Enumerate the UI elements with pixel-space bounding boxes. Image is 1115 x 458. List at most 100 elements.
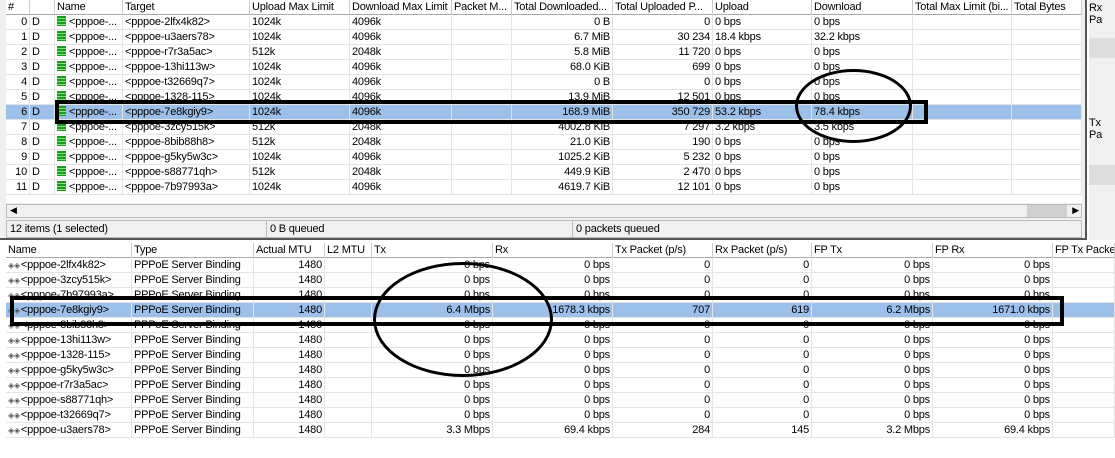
table-row[interactable]: 2 D <pppoe-... <pppoe-r7r3a5ac> 512k 2048k 5.8… <box>6 45 1082 60</box>
table-row[interactable]: 6 D <pppoe-... <pppoe-7e8kgiy9> 1024k 4096k 16… <box>6 105 1082 120</box>
table-row[interactable]: 11 D <pppoe-... <pppoe-7b97993a> 1024k 4096k 4… <box>6 180 1082 195</box>
cell-text: D <box>32 61 40 73</box>
table-cell: PPPoE Server Binding <box>132 273 254 288</box>
scroll-left-icon[interactable]: ◀ <box>10 205 17 216</box>
table-cell <box>1012 30 1082 45</box>
cell-text: 0 bps <box>814 76 840 88</box>
cell-text: <pppoe-g5ky5w3c> <box>20 364 114 376</box>
column-header[interactable] <box>30 0 55 15</box>
cell-text: <pppoe-u3aers78> <box>20 424 111 436</box>
scroll-right-icon[interactable]: ▶ <box>1072 205 1079 216</box>
table-row[interactable]: ◈◈<pppoe-u3aers78> PPPoE Server Binding 14… <box>6 423 1115 438</box>
table-row[interactable]: 4 D <pppoe-... <pppoe-t32669q7> 1024k 4096k 0 … <box>6 75 1082 90</box>
table-cell <box>1012 165 1082 180</box>
table-row[interactable]: ◈◈<pppoe-s88771qh> PPPoE Server Binding 14… <box>6 393 1115 408</box>
table-cell: 3.2 Mbps <box>812 423 933 438</box>
column-header[interactable]: Download Max Limit <box>350 0 452 15</box>
cell-text: 0 bps <box>814 91 840 103</box>
column-header[interactable]: Target <box>123 0 250 15</box>
cell-text: 0 <box>803 349 809 361</box>
table-cell: PPPoE Server Binding <box>132 258 254 273</box>
pppoe-binding-icon: ◈◈ <box>8 426 20 435</box>
table-cell: 145 <box>713 423 812 438</box>
column-header[interactable]: Actual MTU <box>254 243 325 258</box>
table-row[interactable]: 7 D <pppoe-... <pppoe-3zcy515k> 512k 2048k 400… <box>6 120 1082 135</box>
table-row[interactable]: ◈◈<pppoe-7e8kgiy9> PPPoE Server Binding 14… <box>6 303 1115 318</box>
table-row[interactable]: 5 D <pppoe-... <pppoe-1328-115> 1024k 4096k 13… <box>6 90 1082 105</box>
cell-text: 1480 <box>298 364 322 376</box>
table-cell <box>452 180 512 195</box>
table-cell: <pppoe-... <box>55 45 123 60</box>
column-header[interactable]: Total Downloaded... <box>512 0 613 15</box>
table-cell: <pppoe-s88771qh> <box>123 165 250 180</box>
cell-text: D <box>32 16 40 28</box>
pppoe-binding-icon: ◈◈ <box>8 351 20 360</box>
cell-text: 0 bps <box>464 319 490 331</box>
scroll-thumb[interactable] <box>1027 205 1067 217</box>
table-row[interactable]: ◈◈<pppoe-8bib88h8> PPPoE Server Binding 14… <box>6 318 1115 333</box>
column-header[interactable]: Name <box>55 0 123 15</box>
cell-text: 0 <box>803 274 809 286</box>
column-header[interactable]: Tx <box>372 243 493 258</box>
table-row[interactable]: 8 D <pppoe-... <pppoe-8bib88h8> 512k 2048k 21.… <box>6 135 1082 150</box>
table-cell: 1 <box>6 30 30 45</box>
column-header[interactable]: Rx Packet (p/s) <box>713 243 812 258</box>
column-header[interactable]: FP Tx Packe <box>1053 243 1115 258</box>
cell-text: 4002.8 KiB <box>558 121 610 133</box>
table-row[interactable]: 3 D <pppoe-... <pppoe-13hi113w> 1024k 4096k 68… <box>6 60 1082 75</box>
table-cell: 0 <box>613 408 713 423</box>
table-cell: PPPoE Server Binding <box>132 348 254 363</box>
table-cell: PPPoE Server Binding <box>132 288 254 303</box>
table-row[interactable]: ◈◈<pppoe-3zcy515k> PPPoE Server Binding 14… <box>6 273 1115 288</box>
column-header[interactable]: Type <box>132 243 254 258</box>
table-cell: 6.4 Mbps <box>372 303 493 318</box>
table-row[interactable]: ◈◈<pppoe-2lfx4k82> PPPoE Server Binding 14… <box>6 258 1115 273</box>
table-row[interactable]: 9 D <pppoe-... <pppoe-g5ky5w3c> 1024k 4096k 10… <box>6 150 1082 165</box>
table-row[interactable]: ◈◈<pppoe-r7r3a5ac> PPPoE Server Binding 14… <box>6 378 1115 393</box>
column-header[interactable]: Rx <box>493 243 613 258</box>
table-cell: 8 <box>6 135 30 150</box>
table-row[interactable]: ◈◈<pppoe-13hi113w> PPPoE Server Binding 14… <box>6 333 1115 348</box>
table-header: # Name Target Upload Max Limit Download Max … <box>6 0 1082 15</box>
table-cell: 7 297 <box>613 120 713 135</box>
cell-text: 3.2 kbps <box>715 121 755 133</box>
table-cell: 0 bps <box>933 393 1053 408</box>
column-header[interactable]: Upload <box>713 0 812 15</box>
table-row[interactable]: ◈◈<pppoe-t32669q7> PPPoE Server Binding 14… <box>6 408 1115 423</box>
table-cell <box>913 30 1012 45</box>
column-header[interactable]: L2 MTU <box>325 243 372 258</box>
table-row[interactable]: ◈◈<pppoe-7b97993a> PPPoE Server Binding 14… <box>6 288 1115 303</box>
column-header[interactable]: Tx Packet (p/s) <box>613 243 713 258</box>
table-row[interactable]: ◈◈<pppoe-g5ky5w3c> PPPoE Server Binding 14… <box>6 363 1115 378</box>
table-cell <box>452 60 512 75</box>
column-header[interactable]: FP Tx <box>812 243 933 258</box>
cell-text: 0 bps <box>904 289 930 301</box>
table-cell: 1480 <box>254 363 325 378</box>
table-row[interactable]: 0 D <pppoe-... <pppoe-2lfx4k82> 1024k 4096k 0 … <box>6 15 1082 30</box>
table-cell <box>1053 318 1115 333</box>
horizontal-scrollbar[interactable]: ◀ ▶ <box>6 204 1082 218</box>
column-header[interactable]: Total Max Limit (bi... <box>913 0 1012 15</box>
table-cell: 1480 <box>254 423 325 438</box>
column-header[interactable]: Upload Max Limit <box>250 0 350 15</box>
column-header[interactable]: Packet M... <box>452 0 512 15</box>
cell-text: 0 bps <box>584 259 610 271</box>
column-header[interactable]: FP Rx <box>933 243 1053 258</box>
cell-text: 350 729 <box>671 106 711 118</box>
column-header[interactable]: Download <box>812 0 913 15</box>
column-header[interactable]: Total Uploaded P... <box>613 0 713 15</box>
table-cell <box>913 105 1012 120</box>
table-cell: 0 bps <box>812 165 913 180</box>
column-header[interactable]: Name <box>6 243 132 258</box>
table-cell: 0 bps <box>713 165 812 180</box>
table-cell: 190 <box>613 135 713 150</box>
cell-text: 4096k <box>352 106 381 118</box>
table-row[interactable]: ◈◈<pppoe-1328-115> PPPoE Server Binding 14… <box>6 348 1115 363</box>
table-cell: 0 <box>613 75 713 90</box>
cell-text: 12 101 <box>677 181 711 193</box>
column-header[interactable]: # <box>6 0 30 15</box>
column-header[interactable]: Total Bytes <box>1012 0 1082 15</box>
table-cell: 0 bps <box>713 75 812 90</box>
table-row[interactable]: 10 D <pppoe-... <pppoe-s88771qh> 512k 2048k 44… <box>6 165 1082 180</box>
table-row[interactable]: 1 D <pppoe-... <pppoe-u3aers78> 1024k 4096k 6.… <box>6 30 1082 45</box>
